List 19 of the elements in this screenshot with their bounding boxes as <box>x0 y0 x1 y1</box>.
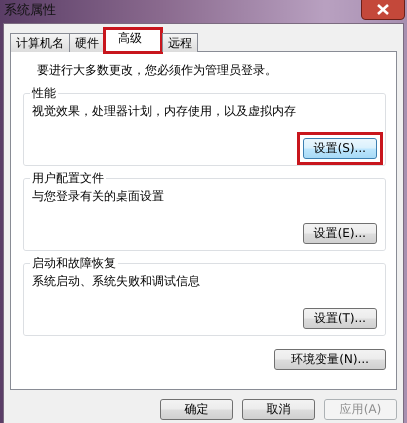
settings-button[interactable]: 设置(S)... <box>302 138 377 159</box>
tab[interactable]: 计算机名 <box>10 33 70 52</box>
settings-button[interactable]: 设置(E)... <box>302 223 377 244</box>
settings-button[interactable]: 设置(T)... <box>302 308 377 329</box>
tab[interactable]: 高级 <box>105 29 161 52</box>
environment-variables-button[interactable]: 环境变量(N)... <box>274 349 386 370</box>
dialog-button[interactable]: 确定 <box>160 399 233 420</box>
group-title: 性能 <box>30 85 58 101</box>
group-title: 启动和故障恢复 <box>30 255 118 271</box>
group-description: 与您登录有关的桌面设置 <box>32 188 165 205</box>
tab[interactable]: 硬件 <box>69 33 105 52</box>
admin-notice: 要进行大多数更改，您必须作为管理员登录。 <box>37 62 278 79</box>
group-description: 系统启动、系统失败和调试信息 <box>32 273 201 290</box>
window-title: 系统属性 <box>4 2 56 19</box>
group-description: 视觉效果，处理器计划，内存使用，以及虚拟内存 <box>32 103 297 120</box>
group-title: 用户配置文件 <box>30 170 106 186</box>
close-icon[interactable] <box>361 0 405 20</box>
tab[interactable]: 远程 <box>162 33 198 52</box>
dialog-button[interactable]: 取消 <box>242 399 315 420</box>
